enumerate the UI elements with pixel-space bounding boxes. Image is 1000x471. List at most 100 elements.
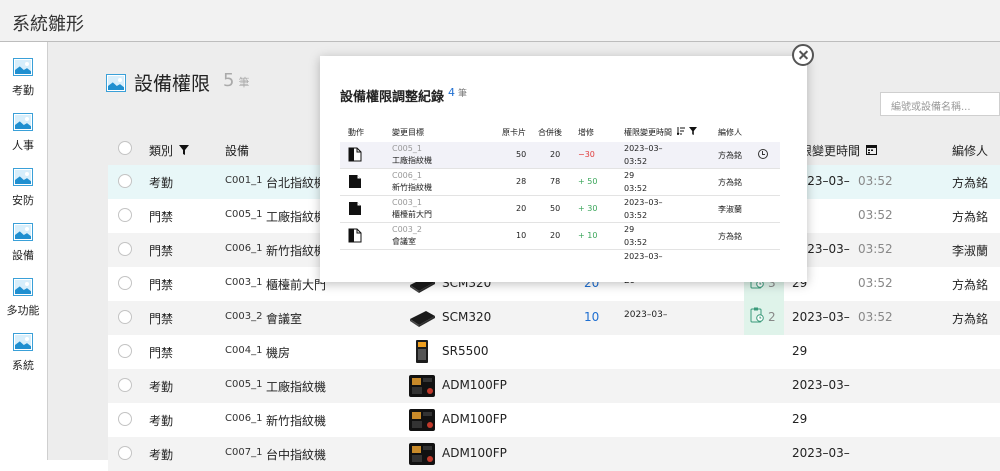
table-row[interactable]: 考勤 C007_1 台中指紋機 ADM100FP 2023–03– [108, 437, 1000, 471]
row-select-radio[interactable] [118, 208, 132, 222]
row-model: SR5500 [442, 344, 489, 358]
page-count: 5筆 [223, 70, 250, 91]
sidebar-item-label: 設備 [12, 249, 34, 262]
log-header-after: 合併後 [538, 128, 562, 137]
row-change-time: 03:52 [858, 276, 893, 290]
document-icon [348, 228, 362, 243]
log-target-name: 櫃檯前大門 [392, 210, 432, 219]
row-type: 考勤 [149, 414, 174, 428]
sidebar-item-attendance[interactable]: 考勤 [0, 58, 48, 108]
log-after: 20 [550, 231, 561, 240]
close-icon[interactable] [792, 44, 814, 66]
log-after: 78 [550, 177, 561, 186]
row-type: 考勤 [149, 448, 174, 462]
sidebar-item-multifunction[interactable]: 多功能 [0, 278, 48, 328]
row-code: C005_1 [225, 209, 263, 220]
row-type: 考勤 [149, 176, 174, 190]
row-change-date: 2023–03– [792, 310, 850, 324]
row-select-radio[interactable] [118, 378, 132, 392]
sort-icon[interactable] [676, 127, 685, 137]
search-input[interactable]: 編號或設備名稱... [880, 92, 1000, 116]
row-select-radio[interactable] [118, 310, 132, 324]
log-time: 03:52 [624, 184, 648, 193]
filter-icon[interactable] [689, 127, 698, 135]
sidebar-item-label: 安防 [12, 194, 34, 207]
row-card-count: 10 [584, 310, 600, 324]
row-model: SCM320 [442, 310, 492, 324]
log-target-name: 工廠指紋機 [392, 156, 432, 165]
app-title: 系統雛形 [12, 14, 84, 35]
row-type: 門禁 [149, 278, 174, 292]
row-type: 門禁 [149, 312, 174, 326]
row-select-radio[interactable] [118, 242, 132, 256]
header-editor: 編修人 [952, 144, 989, 158]
row-change-time: 03:52 [858, 310, 893, 324]
fingerprint-terminal-icon [409, 443, 435, 465]
log-before: 50 [516, 150, 527, 159]
row-type: 門禁 [149, 346, 174, 360]
sidebar: 考勤 人事 安防 設備 多功能 系統 [0, 42, 48, 460]
row-type: 考勤 [149, 380, 174, 394]
sidebar-item-hr[interactable]: 人事 [0, 113, 48, 163]
log-row[interactable]: C003_2 會議室 10 20 + 10 29 03:52 方為銘 [340, 223, 780, 250]
permission-log-dialog: 設備權限調整紀錄 4筆 動作 變更目標 原卡片 合併後 增修 權限變更時間 編修… [320, 56, 807, 282]
image-icon [13, 223, 33, 241]
row-select-radio[interactable] [118, 276, 132, 290]
calendar-icon[interactable] [865, 144, 877, 155]
row-device-name: 新竹指紋機 [266, 244, 327, 258]
log-before: 20 [516, 204, 527, 213]
controller-device-icon [410, 311, 435, 327]
row-device-name: 會議室 [266, 312, 303, 326]
sidebar-item-security[interactable]: 安防 [0, 168, 48, 218]
log-header-time[interactable]: 權限變更時間 [624, 127, 698, 138]
table-row[interactable]: 門禁 C003_2 會議室 SCM320 10 2023–03– 2 2023–03– 03:5… [108, 301, 1000, 335]
row-change-time: 03:52 [858, 242, 893, 256]
log-header-target: 變更目標 [392, 128, 424, 137]
log-date: 2023–03– [624, 144, 663, 153]
row-select-radio[interactable] [118, 446, 132, 460]
row-type: 門禁 [149, 244, 174, 258]
select-all-radio[interactable] [118, 141, 132, 155]
row-model: ADM100FP [442, 378, 507, 392]
history-icon[interactable] [758, 149, 768, 159]
row-change-date: 29 [792, 344, 808, 358]
clipboard-history-icon[interactable] [750, 307, 764, 323]
row-select-radio[interactable] [118, 412, 132, 426]
row-change-date: 29 [792, 412, 808, 426]
log-target-code: C003_2 [392, 225, 422, 234]
log-editor: 方為銘 [718, 178, 742, 187]
table-row[interactable]: 考勤 C006_1 新竹指紋機 ADM100FP 29 [108, 403, 1000, 437]
header-change-time[interactable]: 限變更時間 [800, 142, 877, 159]
row-select-radio[interactable] [118, 344, 132, 358]
table-row[interactable]: 考勤 C005_1 工廠指紋機 ADM100FP 2023–03– [108, 369, 1000, 403]
log-date: 2023–03– [624, 198, 663, 207]
image-icon [13, 333, 33, 351]
log-row[interactable]: C003_1 櫃檯前大門 20 50 + 30 2023–03– 03:52 李淑蘭 [340, 196, 780, 223]
table-row[interactable]: 門禁 C004_1 機房 SR5500 29 [108, 335, 1000, 369]
log-before: 28 [516, 177, 527, 186]
filter-icon[interactable] [178, 145, 189, 155]
log-target-name: 新竹指紋機 [392, 183, 432, 192]
log-delta: −30 [578, 150, 595, 159]
sidebar-item-label: 系統 [12, 359, 34, 372]
header-device[interactable]: 設備 [225, 142, 249, 159]
log-after: 20 [550, 150, 561, 159]
sidebar-item-devices[interactable]: 設備 [0, 223, 48, 273]
log-delta: + 10 [578, 231, 598, 240]
page-title: 設備權限 [134, 73, 211, 95]
fingerprint-terminal-icon [409, 375, 435, 397]
log-row[interactable]: C006_1 新竹指紋機 28 78 + 50 29 03:52 方為銘 [340, 169, 780, 196]
row-select-radio[interactable] [118, 174, 132, 188]
sidebar-item-system[interactable]: 系統 [0, 333, 48, 383]
document-icon [349, 175, 361, 188]
row-change-date: 2023–03– [792, 446, 850, 460]
row-device-name: 工廠指紋機 [266, 380, 327, 394]
log-header-action: 動作 [348, 128, 364, 137]
log-row[interactable]: C005_1 工廠指紋機 50 20 −30 2023–03– 03:52 方為銘 [340, 142, 780, 169]
row-change-date: 2023–03– [792, 378, 850, 392]
log-target-code: C006_1 [392, 171, 422, 180]
row-model: ADM100FP [442, 412, 507, 426]
header-type[interactable]: 類別 [149, 142, 189, 159]
log-time: 03:52 [624, 157, 648, 166]
row-change-time: 03:52 [858, 208, 893, 222]
